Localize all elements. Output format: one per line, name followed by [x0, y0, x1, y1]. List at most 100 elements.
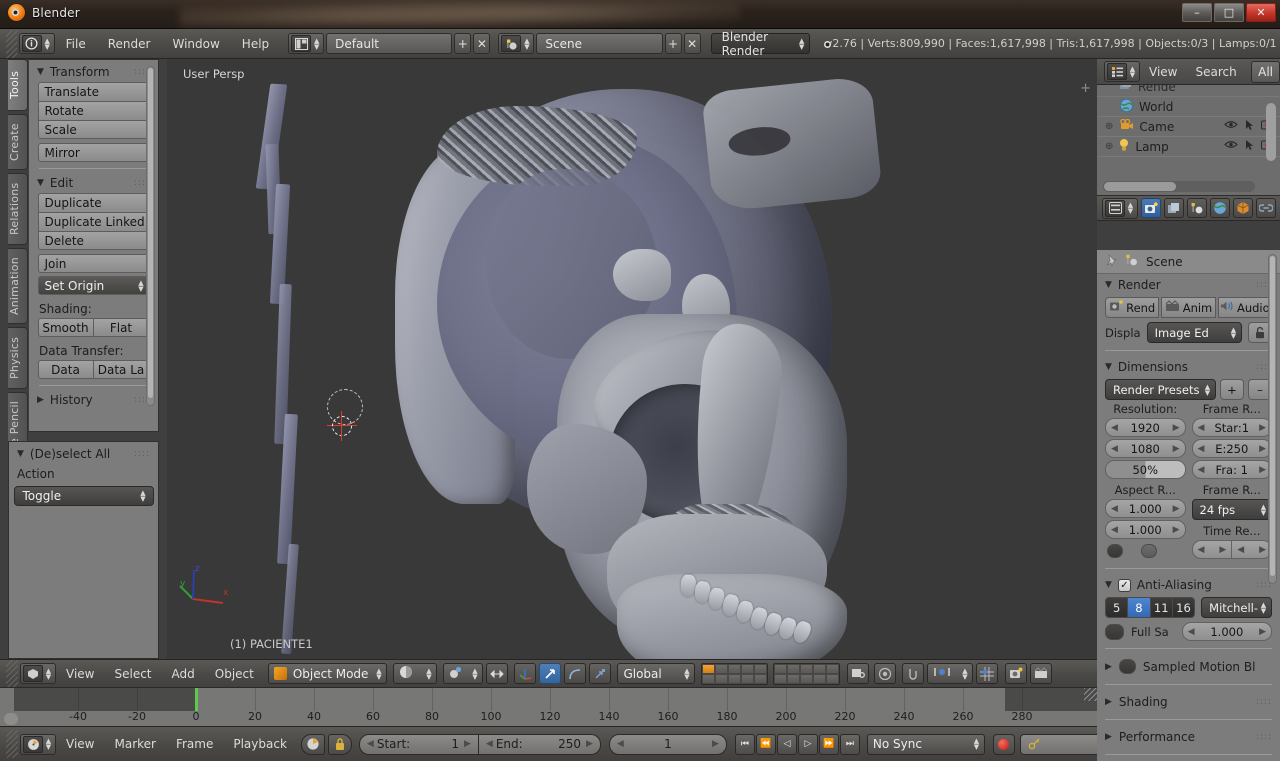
chevron-left-icon[interactable]: ◀: [1198, 444, 1205, 454]
delete-screen-layout-button[interactable]: ✕: [473, 33, 491, 54]
sidebar-item-relations[interactable]: Relations: [8, 173, 28, 245]
scale-manip-icon[interactable]: [564, 663, 587, 684]
tab-world[interactable]: [1210, 198, 1230, 218]
timeline-ruler[interactable]: -40 -20 0 20 40 60 80 100 120 140 160 18…: [0, 687, 1097, 726]
viewport-menu-add[interactable]: Add: [162, 660, 205, 688]
outliner-tree[interactable]: Rende World ⊕ Came ⊕ Lamp: [1097, 85, 1280, 195]
interaction-mode-spinner[interactable]: ▲ ▼: [374, 667, 383, 680]
motion-blur-toggle[interactable]: [1118, 659, 1136, 674]
lock-icon[interactable]: [327, 733, 352, 755]
shade-flat-button[interactable]: Flat: [93, 318, 150, 337]
outliner-row-camera[interactable]: ⊕ Came: [1097, 117, 1280, 137]
data-transfer-button[interactable]: Data: [37, 360, 94, 379]
time-remap-new-field[interactable]: ◀ ▶: [1232, 540, 1272, 559]
aspect-y-field[interactable]: ◀ 1.000 ▶: [1105, 520, 1186, 539]
minimize-button[interactable]: –: [1182, 3, 1212, 22]
3d-cursor-icon[interactable]: [327, 411, 357, 441]
play-reverse-button[interactable]: ◁: [776, 733, 797, 755]
render-audio-button[interactable]: Audio: [1217, 297, 1272, 318]
maximize-button[interactable]: □: [1214, 3, 1244, 22]
toolshelf-scrollbar[interactable]: [146, 66, 155, 406]
timeline-editor-spinner[interactable]: ▲ ▼: [44, 738, 53, 751]
delete-button[interactable]: Delete: [37, 231, 150, 250]
time-remap-old-field[interactable]: ◀ ▶: [1191, 540, 1233, 559]
aa-filter-spinner[interactable]: ▲ ▼: [1259, 601, 1268, 614]
panel-drag-dots[interactable]: ::::: [1256, 732, 1272, 742]
properties-editor[interactable]: Scene ▼ Render :::: Rend Anim Audio Disp…: [1097, 250, 1280, 761]
mirror-button[interactable]: Mirror: [37, 143, 150, 162]
chevron-right-icon[interactable]: ▶: [1259, 444, 1266, 454]
chevron-right-icon[interactable]: ▶: [1259, 627, 1266, 637]
viewport-menu-view[interactable]: View: [56, 660, 104, 688]
frame-rate-spinner[interactable]: ▲ ▼: [1259, 503, 1268, 516]
action-spinner[interactable]: ▲ ▼: [139, 490, 148, 503]
chevron-right-icon[interactable]: ▶: [1173, 525, 1180, 535]
set-origin-dropdown[interactable]: Set Origin ▲ ▼: [37, 276, 150, 295]
action-dropdown[interactable]: Toggle ▲ ▼: [13, 486, 154, 506]
chevron-right-icon[interactable]: ▶: [586, 739, 593, 749]
auto-keyframe-icon[interactable]: [300, 733, 325, 755]
chevron-left-icon[interactable]: ◀: [486, 739, 493, 749]
skull-mesh-object[interactable]: [377, 75, 883, 659]
chevron-left-icon[interactable]: ◀: [617, 739, 624, 749]
editor-type-selector[interactable]: ▲ ▼: [18, 33, 55, 54]
start-frame-field[interactable]: ◀ Start: 1 ▶: [358, 733, 479, 755]
rotate-button[interactable]: Rotate: [37, 101, 150, 120]
chevron-left-icon[interactable]: ◀: [1111, 525, 1118, 535]
cursor-arrow-icon[interactable]: [1245, 139, 1254, 154]
duplicate-button[interactable]: Duplicate: [37, 193, 150, 212]
add-scene-button[interactable]: +: [664, 33, 682, 54]
chevron-left-icon[interactable]: ◀: [1111, 423, 1118, 433]
outliner-editor-type-selector[interactable]: ▲ ▼: [1104, 61, 1140, 82]
cursor-arrow-icon[interactable]: [1245, 119, 1254, 134]
sidebar-item-animation[interactable]: Animation: [8, 248, 28, 324]
previous-keyframe-button[interactable]: ⏪: [755, 733, 776, 755]
sidebar-item-physics[interactable]: Physics: [8, 327, 28, 389]
scene-layers-block-1[interactable]: [701, 662, 769, 685]
delete-scene-button[interactable]: ✕: [683, 33, 701, 54]
frame-end-field[interactable]: ◀ E:250 ▶: [1191, 439, 1272, 458]
timeline-playhead[interactable]: [195, 688, 198, 711]
play-button[interactable]: ▷: [797, 733, 818, 755]
data-layout-transfer-button[interactable]: Data La: [93, 360, 150, 379]
outliner-menu-search[interactable]: Search: [1186, 59, 1245, 85]
aa-sample-16[interactable]: 16: [1172, 598, 1195, 617]
aa-size-field[interactable]: ◀ 1.000 ▶: [1181, 622, 1272, 641]
expand-icon[interactable]: ⊕: [1105, 121, 1113, 132]
aspect-x-field[interactable]: ◀ 1.000 ▶: [1105, 499, 1186, 518]
menu-file[interactable]: File: [55, 29, 97, 59]
snap-spinner[interactable]: ▲ ▼: [960, 667, 969, 680]
operator-panel-header[interactable]: ▼ (De)select All ::::: [9, 442, 158, 464]
render-presets-spinner[interactable]: ▲ ▼: [1203, 383, 1212, 396]
full-sample-toggle[interactable]: [1105, 623, 1124, 640]
sync-mode-dropdown[interactable]: No Sync ▲ ▼: [866, 733, 985, 755]
add-preset-button[interactable]: +: [1220, 379, 1244, 400]
sampled-motion-blur-header[interactable]: ▶ Sampled Motion Bl: [1097, 654, 1280, 679]
pivot-point-dropdown[interactable]: ▲ ▼: [443, 663, 484, 684]
end-frame-field[interactable]: ◀ End: 250 ▶: [478, 733, 601, 755]
duplicate-linked-button[interactable]: Duplicate Linked: [37, 212, 150, 231]
editor-type-spinner[interactable]: ▲ ▼: [43, 37, 52, 50]
shading-section-header[interactable]: ▶ Shading ::::: [1097, 690, 1280, 714]
shade-smooth-button[interactable]: Smooth: [37, 318, 94, 337]
scene-spinner[interactable]: ▲ ▼: [522, 37, 531, 50]
render-presets-dropdown[interactable]: Render Presets ▲ ▼: [1105, 379, 1216, 400]
chevron-left-icon[interactable]: ◀: [1111, 444, 1118, 454]
lock-camera-icon[interactable]: [847, 663, 870, 684]
timeline-menu-marker[interactable]: Marker: [104, 730, 165, 758]
screen-layout-spinner[interactable]: ▲ ▼: [312, 37, 321, 50]
viewport-menu-select[interactable]: Select: [104, 660, 161, 688]
pin-icon[interactable]: [1105, 253, 1118, 270]
tab-render[interactable]: [1141, 198, 1161, 218]
transform-panel-header[interactable]: ▼ Transform ::::: [29, 60, 158, 82]
display-mode-spinner[interactable]: ▲ ▼: [1229, 326, 1238, 339]
resolution-percent-slider[interactable]: 50%: [1105, 460, 1186, 479]
set-origin-spinner[interactable]: ▲ ▼: [137, 279, 146, 292]
border-toggle[interactable]: [1107, 544, 1123, 558]
properties-editor-type-selector[interactable]: ▲ ▼: [1102, 197, 1138, 219]
rotate-manip-icon[interactable]: [539, 663, 562, 684]
orientation-spinner[interactable]: ▲ ▼: [682, 667, 691, 680]
timeline-menu-frame[interactable]: Frame: [166, 730, 223, 758]
transform-orientation-dropdown[interactable]: Global ▲ ▼: [617, 663, 696, 684]
scene-layers-block-2[interactable]: [773, 662, 841, 685]
